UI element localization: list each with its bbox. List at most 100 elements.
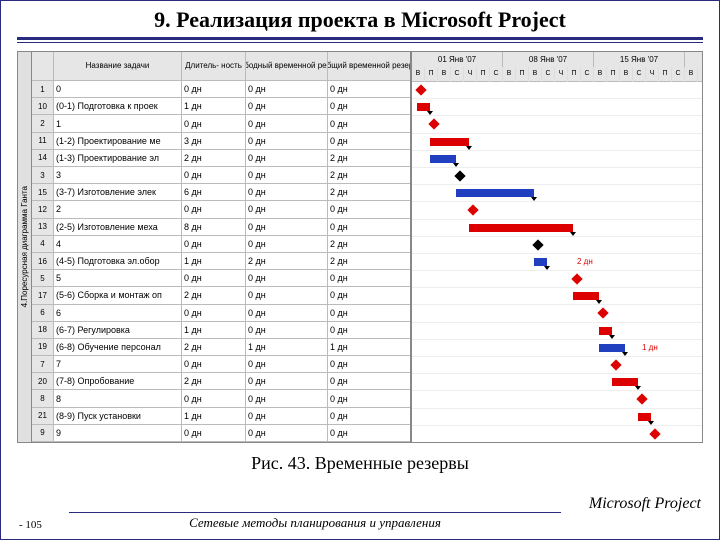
cell-duration[interactable]: 1 дн (182, 253, 246, 269)
cell-duration[interactable]: 0 дн (182, 81, 246, 97)
cell-free-slack[interactable]: 0 дн (246, 184, 328, 200)
cell-total-slack[interactable]: 0 дн (328, 373, 410, 389)
milestone-icon[interactable] (649, 428, 660, 439)
gantt-bar[interactable] (599, 344, 625, 352)
milestone-icon[interactable] (610, 359, 621, 370)
cell-duration[interactable]: 2 дн (182, 373, 246, 389)
cell-total-slack[interactable]: 0 дн (328, 270, 410, 286)
cell-free-slack[interactable]: 0 дн (246, 287, 328, 303)
cell-total-slack[interactable]: 2 дн (328, 167, 410, 183)
cell-name[interactable]: 4 (54, 236, 182, 252)
gantt-bar[interactable] (430, 138, 469, 146)
cell-duration[interactable]: 0 дн (182, 270, 246, 286)
cell-total-slack[interactable]: 0 дн (328, 425, 410, 441)
cell-name[interactable]: (1-2) Проектирование ме (54, 133, 182, 149)
gantt-bar[interactable] (417, 103, 430, 111)
cell-free-slack[interactable]: 0 дн (246, 150, 328, 166)
table-row[interactable]: 330 дн0 дн2 дн (32, 167, 410, 184)
cell-name[interactable]: (2-5) Изготовление меха (54, 219, 182, 235)
milestone-icon[interactable] (428, 119, 439, 130)
table-row[interactable]: 990 дн0 дн0 дн (32, 425, 410, 442)
table-row[interactable]: 17(5-6) Сборка и монтаж оп2 дн0 дн0 дн (32, 287, 410, 304)
cell-duration[interactable]: 2 дн (182, 287, 246, 303)
cell-name[interactable]: (6-7) Регулировка (54, 322, 182, 338)
col-name[interactable]: Название задачи (54, 52, 182, 80)
cell-total-slack[interactable]: 0 дн (328, 408, 410, 424)
cell-free-slack[interactable]: 0 дн (246, 373, 328, 389)
cell-free-slack[interactable]: 0 дн (246, 98, 328, 114)
col-total-slack[interactable]: Общий временной резерв (328, 52, 410, 80)
cell-name[interactable]: (5-6) Сборка и монтаж оп (54, 287, 182, 303)
table-row[interactable]: 21(8-9) Пуск установки1 дн0 дн0 дн (32, 408, 410, 425)
milestone-icon[interactable] (454, 170, 465, 181)
gantt-bar[interactable] (612, 378, 638, 386)
view-tab-gantt[interactable]: 4.Поресурсная диаграмма Ганта (18, 52, 32, 442)
gantt-bar[interactable] (573, 292, 599, 300)
milestone-icon[interactable] (467, 205, 478, 216)
table-row[interactable]: 18(6-7) Регулировка1 дн0 дн0 дн (32, 322, 410, 339)
cell-name[interactable]: (6-8) Обучение персонал (54, 339, 182, 355)
gantt-bar[interactable] (469, 224, 573, 232)
table-row[interactable]: 14(1-3) Проектирование эл2 дн0 дн2 дн (32, 150, 410, 167)
cell-total-slack[interactable]: 0 дн (328, 322, 410, 338)
milestone-icon[interactable] (571, 273, 582, 284)
cell-name[interactable]: 9 (54, 425, 182, 441)
cell-total-slack[interactable]: 2 дн (328, 150, 410, 166)
cell-total-slack[interactable]: 1 дн (328, 339, 410, 355)
cell-total-slack[interactable]: 0 дн (328, 115, 410, 131)
cell-free-slack[interactable]: 0 дн (246, 356, 328, 372)
table-row[interactable]: 660 дн0 дн0 дн (32, 305, 410, 322)
cell-free-slack[interactable]: 0 дн (246, 236, 328, 252)
cell-free-slack[interactable]: 0 дн (246, 322, 328, 338)
table-row[interactable]: 13(2-5) Изготовление меха8 дн0 дн0 дн (32, 219, 410, 236)
cell-total-slack[interactable]: 2 дн (328, 184, 410, 200)
table-row[interactable]: 11(1-2) Проектирование ме3 дн0 дн0 дн (32, 133, 410, 150)
gantt-bar[interactable] (599, 327, 612, 335)
cell-free-slack[interactable]: 0 дн (246, 305, 328, 321)
cell-duration[interactable]: 1 дн (182, 98, 246, 114)
cell-duration[interactable]: 8 дн (182, 219, 246, 235)
cell-duration[interactable]: 0 дн (182, 236, 246, 252)
cell-free-slack[interactable]: 0 дн (246, 167, 328, 183)
table-row[interactable]: 16(4-5) Подготовка эл.обор1 дн2 дн2 дн (32, 253, 410, 270)
cell-duration[interactable]: 0 дн (182, 425, 246, 441)
cell-duration[interactable]: 0 дн (182, 167, 246, 183)
cell-name[interactable]: 3 (54, 167, 182, 183)
cell-name[interactable]: (7-8) Опробование (54, 373, 182, 389)
cell-total-slack[interactable]: 0 дн (328, 81, 410, 97)
cell-duration[interactable]: 0 дн (182, 305, 246, 321)
table-row[interactable]: 15(3-7) Изготовление элек6 дн0 дн2 дн (32, 184, 410, 201)
col-free-slack[interactable]: Свободный временной резерв (246, 52, 328, 80)
gantt-bar[interactable] (456, 189, 534, 197)
gantt-chart[interactable]: 01 Янв '0708 Янв '0715 Янв '07 ВПВСЧПСВП… (412, 52, 702, 442)
cell-total-slack[interactable]: 0 дн (328, 133, 410, 149)
cell-name[interactable]: (4-5) Подготовка эл.обор (54, 253, 182, 269)
milestone-icon[interactable] (636, 394, 647, 405)
cell-free-slack[interactable]: 0 дн (246, 425, 328, 441)
cell-duration[interactable]: 0 дн (182, 115, 246, 131)
cell-total-slack[interactable]: 0 дн (328, 201, 410, 217)
cell-total-slack[interactable]: 0 дн (328, 219, 410, 235)
cell-name[interactable]: (1-3) Проектирование эл (54, 150, 182, 166)
cell-total-slack[interactable]: 2 дн (328, 253, 410, 269)
cell-total-slack[interactable]: 2 дн (328, 236, 410, 252)
milestone-icon[interactable] (597, 308, 608, 319)
cell-name[interactable]: (0-1) Подготовка к проек (54, 98, 182, 114)
cell-name[interactable]: 8 (54, 390, 182, 406)
table-row[interactable]: 20(7-8) Опробование2 дн0 дн0 дн (32, 373, 410, 390)
table-row[interactable]: 880 дн0 дн0 дн (32, 390, 410, 407)
cell-name[interactable]: (8-9) Пуск установки (54, 408, 182, 424)
milestone-icon[interactable] (532, 239, 543, 250)
cell-duration[interactable]: 3 дн (182, 133, 246, 149)
cell-free-slack[interactable]: 0 дн (246, 408, 328, 424)
cell-name[interactable]: 7 (54, 356, 182, 372)
cell-duration[interactable]: 1 дн (182, 322, 246, 338)
cell-total-slack[interactable]: 0 дн (328, 356, 410, 372)
cell-duration[interactable]: 2 дн (182, 150, 246, 166)
gantt-bar[interactable] (638, 413, 651, 421)
gantt-bar[interactable] (430, 155, 456, 163)
table-row[interactable]: 440 дн0 дн2 дн (32, 236, 410, 253)
col-duration[interactable]: Длитель- ность (182, 52, 246, 80)
cell-total-slack[interactable]: 0 дн (328, 287, 410, 303)
cell-free-slack[interactable]: 2 дн (246, 253, 328, 269)
